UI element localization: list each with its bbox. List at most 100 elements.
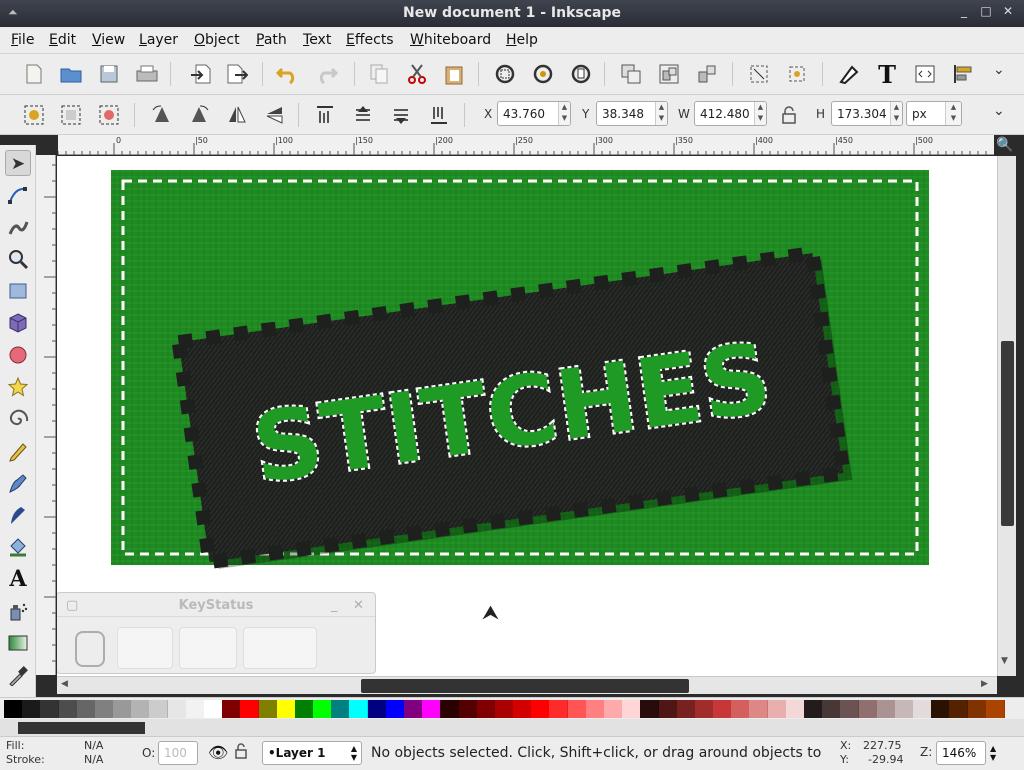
scroll-right-icon[interactable]: ▶: [981, 679, 988, 689]
calligraphy-tool-icon[interactable]: [5, 502, 31, 528]
unit-dropdown-icon[interactable]: ▲ ▼: [945, 102, 961, 125]
copy-icon[interactable]: [366, 61, 392, 87]
menu-whiteboard[interactable]: Whiteboard: [410, 32, 491, 48]
palette-swatch[interactable]: [440, 700, 460, 718]
fill-value[interactable]: N/A: [84, 739, 103, 752]
tweak-tool-icon[interactable]: [5, 214, 31, 240]
paste-icon[interactable]: [441, 61, 467, 87]
menu-edit[interactable]: Edit: [49, 32, 76, 48]
zoom-field[interactable]: 146%: [936, 741, 986, 765]
new-document-icon[interactable]: [21, 61, 47, 87]
palette-swatch[interactable]: [858, 700, 878, 718]
select-same-icon[interactable]: [746, 61, 772, 87]
unit-select[interactable]: px ▲ ▼: [906, 101, 962, 126]
text-font-icon[interactable]: T: [874, 60, 900, 89]
invert-selection-icon[interactable]: [96, 102, 122, 128]
transform-icon[interactable]: [784, 61, 810, 87]
scroll-left-icon[interactable]: ◀: [61, 679, 68, 689]
horizontal-ruler[interactable]: 0 |50 |100 |150 |200 |250 |300 |350 |400…: [58, 135, 994, 155]
redo-icon[interactable]: [314, 61, 340, 87]
undo-icon[interactable]: [274, 61, 300, 87]
selector-tool-icon[interactable]: ➤: [5, 150, 31, 176]
select-all-icon[interactable]: [21, 102, 47, 128]
save-icon[interactable]: [96, 61, 122, 87]
palette-swatch[interactable]: [767, 700, 787, 718]
vertical-scroll-thumb[interactable]: [1001, 341, 1014, 526]
pen-tool-icon[interactable]: [5, 470, 31, 496]
palette-swatch[interactable]: [385, 700, 405, 718]
close-button[interactable]: ✕: [1000, 4, 1016, 18]
raise-icon[interactable]: [350, 102, 376, 128]
palette-swatch[interactable]: [785, 700, 805, 718]
palette-swatch[interactable]: [822, 700, 842, 718]
palette-swatch[interactable]: [40, 700, 60, 718]
y-field[interactable]: 38.348 ▲ ▼: [596, 101, 668, 126]
stroke-value[interactable]: N/A: [84, 753, 103, 766]
keystatus-header[interactable]: ▢ KeyStatus _ ✕: [57, 593, 375, 617]
h-stepper[interactable]: ▲ ▼: [890, 102, 902, 125]
print-icon[interactable]: [134, 61, 160, 87]
controls-overflow-icon[interactable]: ⌄: [993, 103, 1005, 119]
vertical-ruler[interactable]: [36, 155, 56, 675]
duplicate-icon[interactable]: [618, 61, 644, 87]
palette-swatch[interactable]: [240, 700, 260, 718]
palette-swatch[interactable]: [331, 700, 351, 718]
star-tool-icon[interactable]: [5, 374, 31, 400]
paint-bucket-tool-icon[interactable]: [5, 534, 31, 560]
maximize-button[interactable]: □: [978, 4, 994, 18]
palette-swatch[interactable]: [476, 700, 496, 718]
palette-swatch[interactable]: [840, 700, 860, 718]
menu-path[interactable]: Path: [256, 32, 287, 48]
text-tool-icon[interactable]: A: [5, 566, 31, 592]
palette-swatch[interactable]: [676, 700, 696, 718]
layer-lock-icon[interactable]: [234, 743, 248, 763]
layer-dropdown-icon[interactable]: ▲ ▼: [351, 744, 357, 762]
menu-text[interactable]: Text: [303, 32, 331, 48]
lower-icon[interactable]: [388, 102, 414, 128]
palette-swatch[interactable]: [804, 700, 823, 718]
horizontal-scrollbar[interactable]: ◀ ▶: [57, 676, 997, 694]
toolbar-overflow-icon[interactable]: ⌄: [993, 62, 1005, 78]
flip-vertical-icon[interactable]: [262, 102, 288, 128]
palette-swatch[interactable]: [4, 700, 23, 718]
layer-visibility-icon[interactable]: 👁: [208, 743, 228, 762]
palette-swatch[interactable]: [149, 700, 169, 718]
palette-swatch[interactable]: [276, 700, 296, 718]
palette-swatch[interactable]: [713, 700, 733, 718]
palette-swatch[interactable]: [967, 700, 987, 718]
opacity-field[interactable]: 100: [158, 741, 198, 765]
minimize-button[interactable]: _: [956, 4, 972, 18]
palette-swatch[interactable]: [585, 700, 605, 718]
rotate-cw-icon[interactable]: [186, 102, 212, 128]
palette-swatch[interactable]: [113, 700, 133, 718]
palette-swatch[interactable]: [404, 700, 423, 718]
palette-swatch[interactable]: [513, 700, 533, 718]
3d-box-tool-icon[interactable]: [5, 310, 31, 336]
menu-effects[interactable]: Effects: [346, 32, 394, 48]
palette-swatch[interactable]: [949, 700, 969, 718]
palette-swatch[interactable]: [894, 700, 914, 718]
palette-swatch[interactable]: [549, 700, 569, 718]
w-stepper[interactable]: ▲ ▼: [754, 102, 766, 125]
open-icon[interactable]: [58, 61, 84, 87]
palette-swatch[interactable]: [58, 700, 78, 718]
palette-swatch[interactable]: [185, 700, 205, 718]
palette-swatch[interactable]: [76, 700, 96, 718]
palette-swatch[interactable]: [640, 700, 660, 718]
menu-help[interactable]: Help: [506, 32, 538, 48]
raise-to-top-icon[interactable]: [312, 102, 338, 128]
palette-swatch[interactable]: [694, 700, 714, 718]
zoom-corner-icon[interactable]: 🔍: [996, 137, 1013, 153]
palette-swatch[interactable]: [458, 700, 478, 718]
palette-swatch[interactable]: [294, 700, 314, 718]
vertical-scrollbar[interactable]: ▼: [997, 156, 1016, 676]
pencil-tool-icon[interactable]: [5, 438, 31, 464]
dropper-tool-icon[interactable]: [5, 662, 31, 688]
palette-swatch[interactable]: [222, 700, 242, 718]
palette-swatch[interactable]: [349, 700, 369, 718]
fill-stroke-icon[interactable]: [836, 61, 862, 87]
horizontal-scroll-thumb[interactable]: [361, 679, 689, 693]
gradient-tool-icon[interactable]: [5, 630, 31, 656]
zoom-page-icon[interactable]: [568, 61, 594, 87]
keystatus-close-button[interactable]: ✕: [353, 598, 364, 613]
